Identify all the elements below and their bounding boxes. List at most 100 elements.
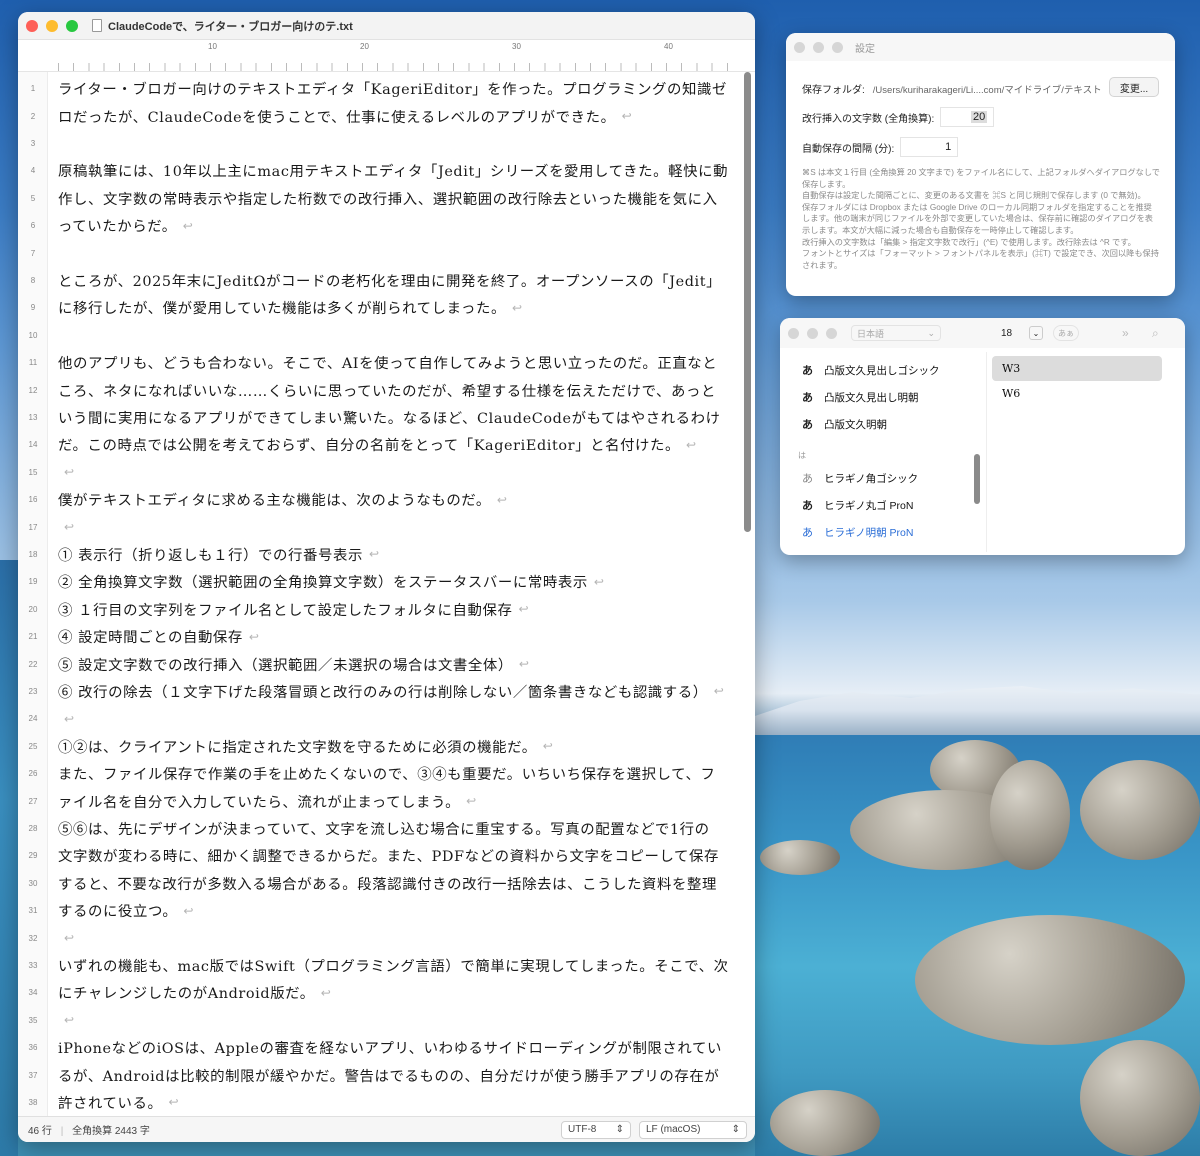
minimize-window-button[interactable] (807, 327, 818, 339)
line-text: ①②は、クライアントに指定された文字数を守るために必須の機能だ。 (58, 739, 537, 756)
editor-line[interactable]: 34 にチャレンジしたのがAndroid版だ。 ↩ (18, 979, 738, 1006)
editor-line[interactable]: 31 するのに役立つ。 ↩ (18, 897, 738, 924)
language-select[interactable]: 日本語 ⌄ (851, 325, 941, 341)
font-family-item[interactable]: あ ヒラギノ丸ゴ ProN (802, 497, 913, 513)
font-family-item[interactable]: あ 凸版文久明朝 (802, 416, 887, 432)
editor-line[interactable]: 33 いずれの機能も、mac版ではSwift（プログラミング言語）で簡単に実現して… (18, 952, 738, 979)
editor-line[interactable]: 37 るが、Androidは比較的制限が緩やかだ。警告はでるものの、自分だけが使う… (18, 1061, 738, 1088)
return-mark-icon: ↩ (168, 1095, 179, 1110)
font-family-name: 凸版文久明朝 (824, 418, 887, 431)
editor-line[interactable]: 15 ↩ (18, 459, 738, 486)
change-folder-button[interactable]: 変更... (1109, 77, 1159, 97)
desktop-rock (1080, 760, 1200, 860)
editor-line[interactable]: 32 ↩ (18, 924, 738, 951)
line-text: っていたからだ。 (58, 219, 177, 236)
wrap-count-label: 改行挿入の文字数 (全角換算): (802, 113, 935, 125)
font-family-item-selected[interactable]: あ ヒラギノ明朝 ProN (802, 524, 913, 540)
return-mark-icon: ↩ (64, 465, 75, 480)
editor-line[interactable]: 36 iPhoneなどのiOSは、Appleの審査を経ないアプリ、いわゆるサイドロ… (18, 1034, 738, 1061)
editor-line[interactable]: 25 ①②は、クライアントに指定された文字数を守るために必須の機能だ。 ↩ (18, 733, 738, 760)
editor-line[interactable]: 20 ③ １行目の文字列をファイル名として設定したフォルタに自動保存 ↩ (18, 596, 738, 623)
editor-line[interactable]: 18 ① 表示行（折り返しも１行）での行番号表示 ↩ (18, 541, 738, 568)
minimize-window-button[interactable] (813, 41, 824, 53)
editor-line[interactable]: 8 ところが、2025年末にJeditΩがコードの老朽化を理由に開発を終了。オープ… (18, 267, 738, 294)
editor-line[interactable]: 19 ② 全角換算文字数（選択範囲の全角換算文字数）をステータスバーに常時表示 ↩ (18, 568, 738, 595)
editor-line[interactable]: 2 ロだったが、ClaudeCodeを使うことで、仕事に使えるレベルのアプリができ… (18, 102, 738, 129)
editor-line[interactable]: 22 ⑤ 設定文字数での改行挿入（選択範囲／未選択の場合は文書全体） ↩ (18, 650, 738, 677)
return-mark-icon: ↩ (512, 300, 523, 315)
font-family-item[interactable]: あ ヒラギノ角ゴシック (802, 470, 918, 486)
font-sample-glyph: あ (802, 473, 813, 485)
line-text: 許されている。 (58, 1095, 163, 1112)
zoom-window-button[interactable] (66, 19, 78, 32)
line-text: ④ 設定時間ごとの自動保存 (58, 630, 243, 647)
font-weight-item-selected[interactable]: W3 (992, 356, 1162, 381)
encoding-select[interactable]: UTF-8 ⇕ (561, 1120, 631, 1139)
line-text: ① 表示行（折り返しも１行）での行番号表示 (58, 547, 363, 564)
line-text: ところが、2025年末にJeditΩがコードの老朽化を理由に開発を終了。オープン… (58, 273, 722, 290)
font-family-name: ヒラギノ角ゴシック (824, 472, 919, 485)
font-weight-list[interactable]: W3 W6 (992, 356, 1162, 406)
line-text: また、ファイル保存で作業の手を止めたくないので、③④も重要だ。いちいち保存を選択… (58, 767, 716, 784)
text-preview-toggle[interactable]: あぁ (1053, 325, 1079, 341)
editor-line[interactable]: 23 ⑥ 改行の除去（１文字下げた段落冒頭と改行のみの行は削除しない／箇条書きなど… (18, 678, 738, 705)
help-line: 自動保存は設定した間隔ごとに、変更のある文書を ⌘S と同じ規則で保存します (… (802, 191, 1146, 201)
font-family-list[interactable]: あ 凸版文久見出しゴシック あ 凸版文久見出し明朝 あ 凸版文久明朝 は あ ヒ… (794, 352, 984, 552)
line-number: 32 (28, 933, 38, 943)
font-list-scrollbar[interactable] (974, 454, 980, 504)
editor-line[interactable]: 38 許されている。 ↩ (18, 1089, 738, 1116)
editor-line[interactable]: 10 (18, 322, 738, 349)
editor-line[interactable]: 9 に移行したが、僕が愛用していた機能は多くが削られてしまった。 ↩ (18, 294, 738, 321)
save-folder-path: /Users/kuriharakageri/Li....com/マイドライブ/テ… (872, 84, 1102, 96)
font-size-value: 18 (1001, 327, 1013, 339)
editor-line[interactable]: 6 っていたからだ。 ↩ (18, 212, 738, 239)
return-mark-icon: ↩ (64, 711, 75, 726)
line-number: 30 (28, 878, 38, 888)
editor-line[interactable]: 24 ↩ (18, 705, 738, 732)
editor-line[interactable]: 17 ↩ (18, 513, 738, 540)
search-icon[interactable]: ⌕ (1152, 326, 1159, 341)
editor-line[interactable]: 27 ァイル名を自分で入力していたら、流れが止まってしまう。 ↩ (18, 787, 738, 814)
editor-line[interactable]: 13 いう間に実用になるアプリができてしまい驚いた。なるほど、ClaudeCode… (18, 404, 738, 431)
close-window-button[interactable] (794, 41, 805, 53)
editor-line[interactable]: 1 ライター・ブロガー向けのテキストエディタ「KageriEditor」を作った。… (18, 75, 738, 102)
editor-line[interactable]: 5 作し、文字数の常時表示や指定した桁数での改行挿入、選択範囲の改行除去といった機… (18, 185, 738, 212)
editor-line[interactable]: 7 (18, 239, 738, 266)
wrap-count-field[interactable]: 20 (940, 107, 995, 127)
line-ending-select[interactable]: LF (macOS) ⇕ (639, 1120, 747, 1139)
editor-line[interactable]: 35 ↩ (18, 1007, 738, 1034)
editor-line[interactable]: 14 だ。この時点では公開を考えておらず、自分の名前をとって「KageriEdit… (18, 431, 738, 458)
font-weight-item[interactable]: W6 (992, 381, 1162, 406)
font-sample-glyph: あ (802, 392, 813, 404)
minimize-window-button[interactable] (46, 19, 58, 32)
line-text: いう間に実用になるアプリができてしまい驚いた。なるほど、ClaudeCodeがも… (58, 410, 721, 427)
desktop-rock (770, 1090, 880, 1156)
editor-line[interactable]: 29 文字数が変わる時に、細かく調整できるからだ。また、PDFなどの資料から文字を… (18, 842, 738, 869)
text-editor-area[interactable]: 1 ライター・ブロガー向けのテキストエディタ「KageriEditor」を作った。… (18, 72, 755, 1117)
font-family-item[interactable]: あ 凸版文久見出しゴシック (802, 362, 940, 378)
line-number: 14 (28, 440, 38, 450)
editor-line[interactable]: 26 また、ファイル保存で作業の手を止めたくないので、③④も重要だ。いちいち保存を… (18, 760, 738, 787)
editor-line[interactable]: 3 (18, 130, 738, 157)
font-family-name: ヒラギノ丸ゴ ProN (824, 499, 914, 512)
editor-line[interactable]: 4 原稿執筆には、10年以上主にmac用テキストエディタ「Jedit」シリーズを愛… (18, 157, 738, 184)
line-text: ③ １行目の文字列をファイル名として設定したフォルタに自動保存 (58, 602, 513, 619)
font-family-item[interactable]: あ 凸版文久見出し明朝 (802, 389, 919, 405)
line-text: iPhoneなどのiOSは、Appleの審査を経ないアプリ、いわゆるサイドローデ… (58, 1041, 722, 1058)
editor-line[interactable]: 12 ころ、ネタになればいいな……くらいに思っていたのだが、希望する仕様を伝えただ… (18, 376, 738, 403)
status-separator: | (60, 1126, 64, 1137)
editor-line[interactable]: 21 ④ 設定時間ごとの自動保存 ↩ (18, 623, 738, 650)
zoom-window-button[interactable] (832, 41, 843, 53)
close-window-button[interactable] (788, 327, 799, 339)
editor-line[interactable]: 16 僕がテキストエディタに求める主な機能は、次のようなものだ。 ↩ (18, 486, 738, 513)
editor-line[interactable]: 30 すると、不要な改行が多数入る場合がある。段落認識付きの改行一括除去は、こうし… (18, 870, 738, 897)
close-window-button[interactable] (26, 19, 38, 32)
autosave-field[interactable]: 1 (900, 137, 959, 157)
chevron-double-right-icon[interactable]: » (1122, 326, 1129, 340)
editor-line[interactable]: 11 他のアプリも、どうも合わない。そこで、AIを使って自作してみようと思い立った… (18, 349, 738, 376)
font-size-select[interactable]: 18 ⌄ (1001, 325, 1043, 341)
zoom-window-button[interactable] (826, 327, 837, 339)
editor-scrollbar[interactable] (744, 72, 751, 532)
wrap-count-row: 改行挿入の文字数 (全角換算): 20 (802, 107, 995, 127)
editor-line[interactable]: 28 ⑤⑥は、先にデザインが決まっていて、文字を流し込む場合に重宝する。写真の配置… (18, 815, 738, 842)
